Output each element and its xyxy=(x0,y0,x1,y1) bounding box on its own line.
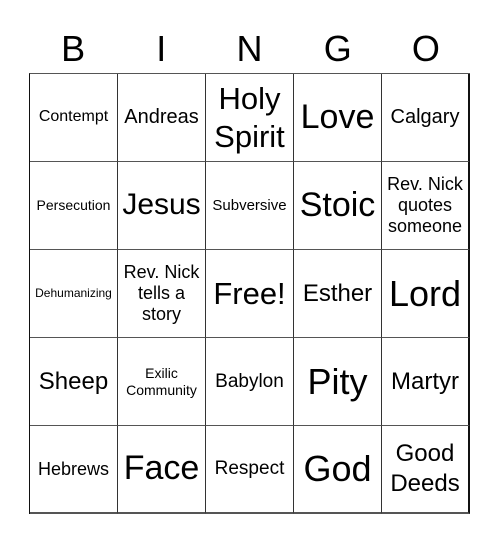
bingo-cell[interactable]: God xyxy=(294,426,382,514)
header-letter-i: I xyxy=(156,28,167,69)
bingo-cell[interactable]: Dehumanizing xyxy=(30,250,118,338)
bingo-cell[interactable]: Lord xyxy=(382,250,470,338)
bingo-cell[interactable]: Respect xyxy=(206,426,294,514)
bingo-cell[interactable]: Love xyxy=(294,74,382,162)
bingo-cell[interactable]: Sheep xyxy=(30,338,118,426)
bingo-cell[interactable]: Jesus xyxy=(118,162,206,250)
bingo-cell[interactable]: Holy Spirit xyxy=(206,74,294,162)
bingo-grid: Contempt Andreas Holy Spirit Love Calgar… xyxy=(29,73,470,514)
free-space[interactable]: Free! xyxy=(206,250,294,338)
bingo-cell[interactable]: Babylon xyxy=(206,338,294,426)
bingo-cell[interactable]: Subversive xyxy=(206,162,294,250)
header-letter-n: N xyxy=(236,28,263,69)
bingo-cell[interactable]: Andreas xyxy=(118,74,206,162)
bingo-cell[interactable]: Pity xyxy=(294,338,382,426)
header-letter-b: B xyxy=(61,28,86,69)
bingo-cell[interactable]: Stoic xyxy=(294,162,382,250)
header-letter-g: G xyxy=(323,28,352,69)
bingo-header: B I N G O xyxy=(29,28,470,70)
bingo-cell[interactable]: Good Deeds xyxy=(382,426,470,514)
bingo-cell[interactable]: Esther xyxy=(294,250,382,338)
bingo-cell[interactable]: Exilic Community xyxy=(118,338,206,426)
bingo-cell[interactable]: Rev. Nick tells a story xyxy=(118,250,206,338)
header-letter-o: O xyxy=(411,28,440,69)
bingo-cell[interactable]: Contempt xyxy=(30,74,118,162)
bingo-cell[interactable]: Persecution xyxy=(30,162,118,250)
bingo-cell[interactable]: Rev. Nick quotes someone xyxy=(382,162,470,250)
bingo-cell[interactable]: Calgary xyxy=(382,74,470,162)
bingo-cell[interactable]: Martyr xyxy=(382,338,470,426)
bingo-cell[interactable]: Hebrews xyxy=(30,426,118,514)
bingo-cell[interactable]: Face xyxy=(118,426,206,514)
